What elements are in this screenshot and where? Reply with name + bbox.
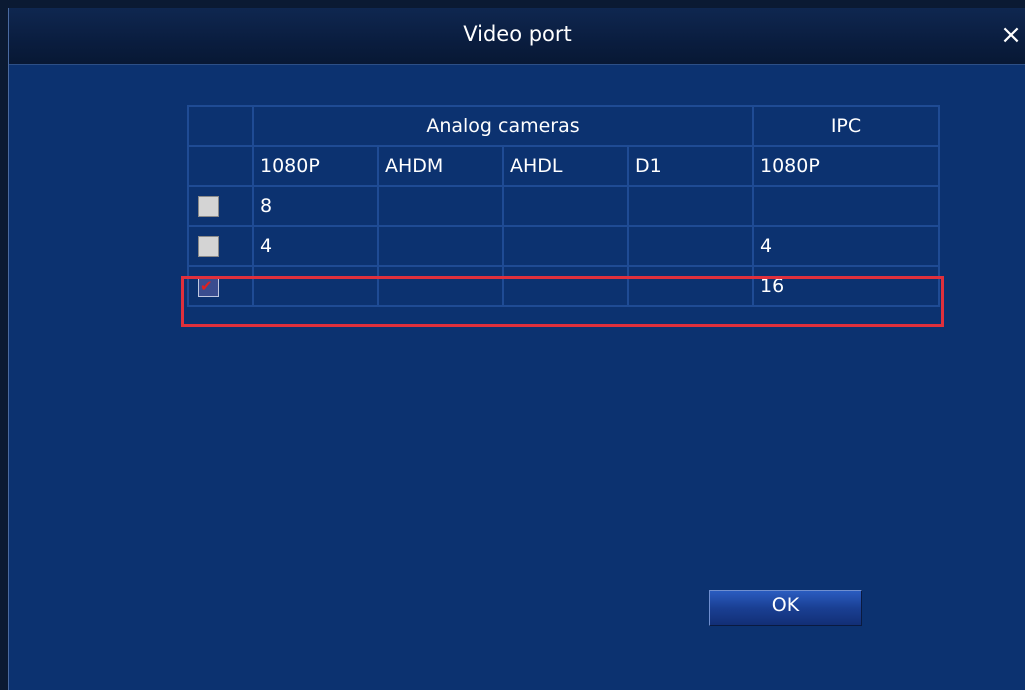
column-header-ahdl: AHDL — [502, 145, 629, 187]
column-header-1080p-analog: 1080P — [252, 145, 379, 187]
row-checkbox-cell — [187, 185, 254, 227]
table-row: 8 — [187, 185, 940, 227]
row-checkbox-cell — [187, 225, 254, 267]
table-cell: 4 — [252, 225, 379, 267]
table-cell — [752, 185, 940, 227]
header-blank-cell — [187, 105, 254, 147]
table-row: 4 4 — [187, 225, 940, 267]
column-header-ahdm: AHDM — [377, 145, 504, 187]
row-checkbox-cell: ✔ — [187, 265, 254, 307]
dialog-content: Analog cameras IPC 1080P AHDM AHDL D1 10… — [9, 65, 1025, 690]
table-cell: 8 — [252, 185, 379, 227]
row-checkbox[interactable] — [198, 195, 219, 217]
video-port-table: Analog cameras IPC 1080P AHDM AHDL D1 10… — [187, 105, 940, 307]
table-cell — [627, 225, 754, 267]
close-icon[interactable]: × — [998, 22, 1024, 48]
row-checkbox[interactable] — [198, 235, 219, 257]
ok-button[interactable]: OK — [709, 590, 862, 626]
column-header-d1: D1 — [627, 145, 754, 187]
table-row-selected: ✔ 16 — [187, 265, 940, 307]
column-header-1080p-ipc: 1080P — [752, 145, 940, 187]
table-cell — [502, 265, 629, 307]
table-cell — [377, 185, 504, 227]
table-cell — [627, 265, 754, 307]
row-checkbox-checked[interactable]: ✔ — [198, 275, 219, 297]
table-cell — [502, 225, 629, 267]
dialog-title: Video port — [463, 22, 572, 46]
table-cell — [377, 225, 504, 267]
checkmark-icon: ✔ — [200, 276, 213, 295]
header-blank-cell — [187, 145, 254, 187]
group-header-row: Analog cameras IPC — [187, 105, 940, 147]
ipc-header: IPC — [752, 105, 940, 147]
video-port-dialog: Video port × Analog cameras IPC 1080P AH… — [8, 8, 1025, 690]
table-cell: 16 — [752, 265, 940, 307]
table-cell — [377, 265, 504, 307]
analog-cameras-header: Analog cameras — [252, 105, 754, 147]
table-cell — [252, 265, 379, 307]
table-cell: 4 — [752, 225, 940, 267]
column-header-row: 1080P AHDM AHDL D1 1080P — [187, 145, 940, 187]
dialog-titlebar: Video port × — [9, 8, 1025, 65]
table-cell — [627, 185, 754, 227]
table-cell — [502, 185, 629, 227]
